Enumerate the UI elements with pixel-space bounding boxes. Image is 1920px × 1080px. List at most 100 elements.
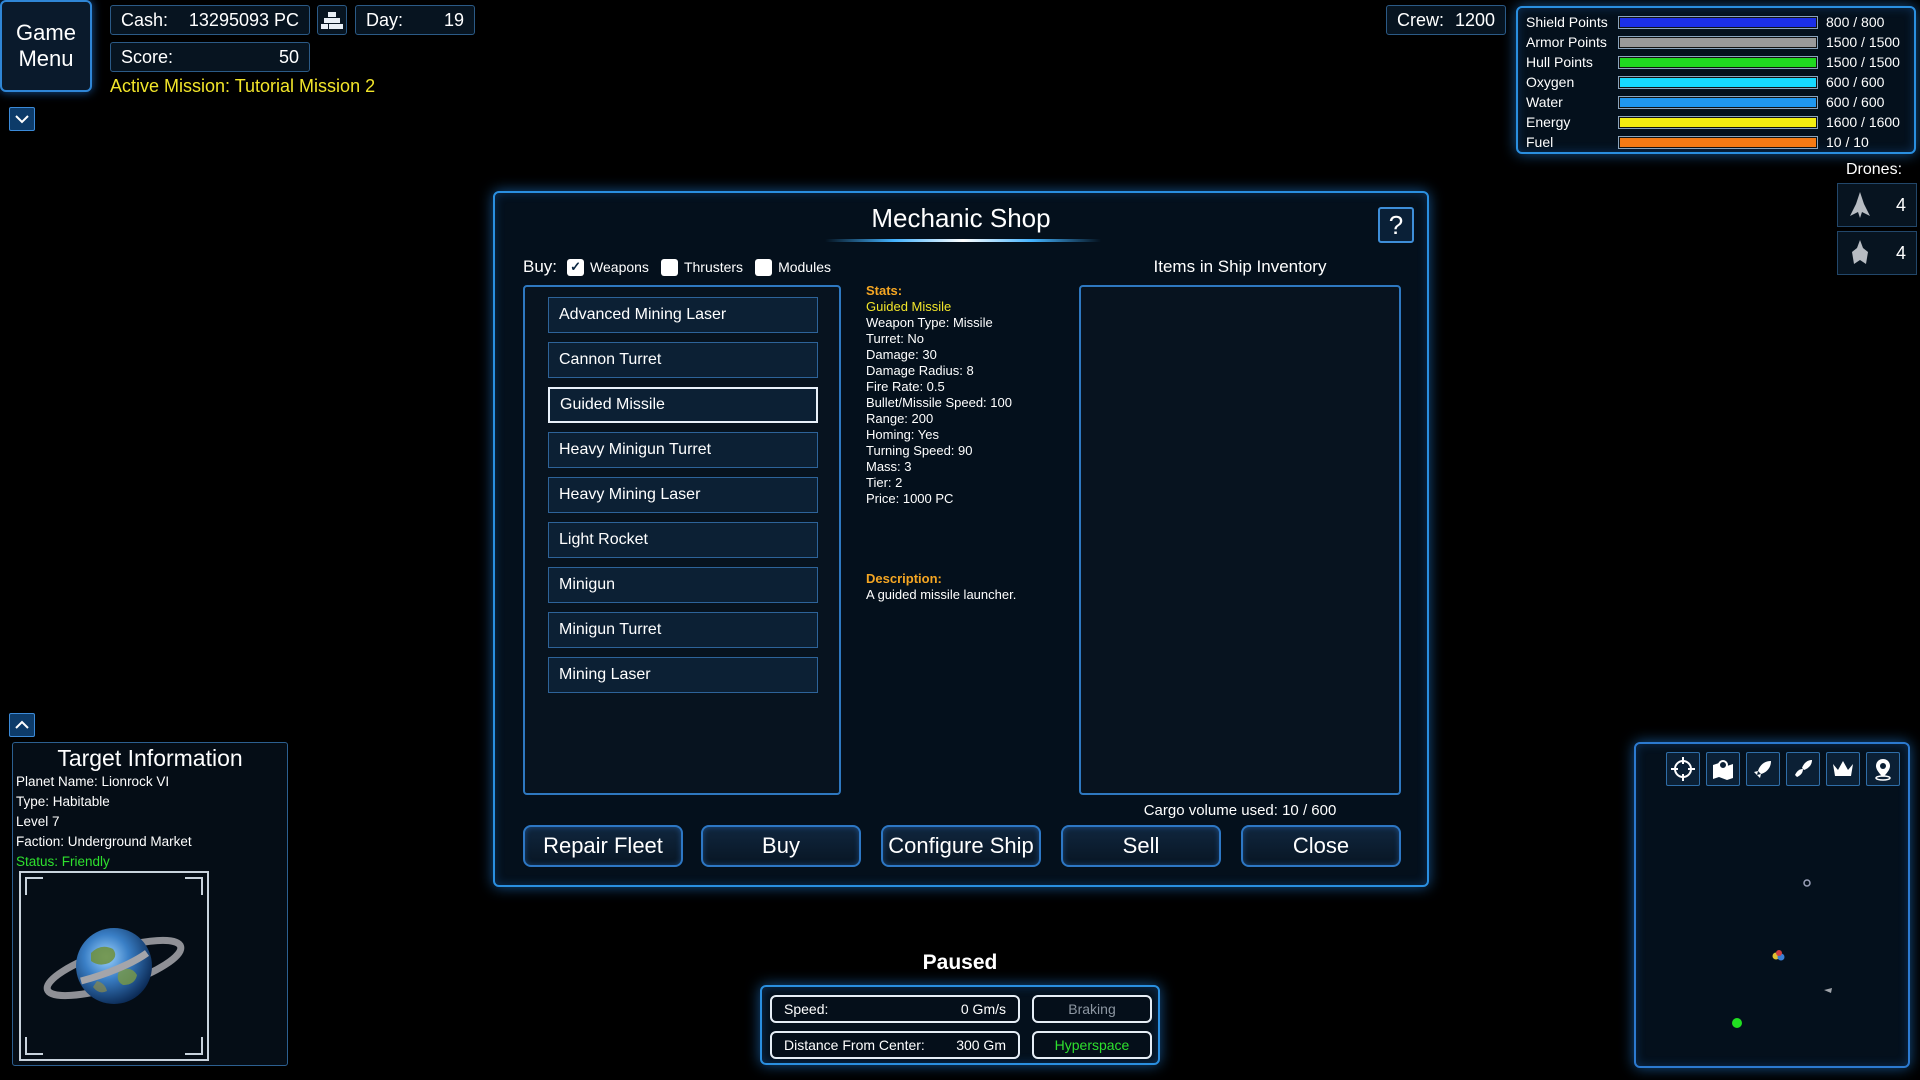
status-bar-fill [1620,57,1816,67]
item-stats: Stats: Guided Missile Weapon Type: Missi… [866,283,1016,603]
day-label: Day: [366,9,404,30]
shop-item-minigun[interactable]: Minigun [548,567,818,603]
status-bar-label: Water [1526,94,1563,110]
stat-line: Fire Rate: 0.5 [866,379,945,394]
repair-fleet-button[interactable]: Repair Fleet [523,825,683,867]
score-display: Score: 50 [110,42,310,72]
stat-line: Price: 1000 PC [866,491,954,506]
shop-item-heavy-minigun-turret[interactable]: Heavy Minigun Turret [548,432,818,468]
crew-label: Crew: [1397,9,1445,30]
rocket-button[interactable] [1746,752,1780,786]
chevron-up-icon [15,720,29,729]
braking-button[interactable]: Braking [1032,995,1152,1023]
game-menu-button[interactable]: Game Menu [0,0,92,92]
cash-value: 13295093 PC [188,9,299,30]
target-info-line: Type: Habitable [16,794,110,809]
hyperspace-button[interactable]: Hyperspace [1032,1031,1152,1059]
status-bar-row: Oxygen 600 / 600 [1526,72,1906,92]
map-pin-icon [1713,760,1733,780]
status-bar-row: Water 600 / 600 [1526,92,1906,112]
status-bar-track [1618,75,1818,89]
speed-value: 0 Gm/s [960,1001,1006,1017]
target-info-line: Faction: Underground Market [16,834,192,849]
status-bar-label: Armor Points [1526,34,1607,50]
shop-item-advanced-mining-laser[interactable]: Advanced Mining Laser [548,297,818,333]
filter-label: Weapons [590,259,649,275]
score-value: 50 [278,46,299,67]
drone-count: 4 [1895,194,1906,215]
target-title: Target Information [57,745,243,771]
checkbox-empty-icon [660,258,678,276]
close-button[interactable]: Close [1241,825,1401,867]
stat-line: Damage Radius: 8 [866,363,974,378]
shop-item-list[interactable]: Advanced Mining Laser Cannon Turret Guid… [523,285,841,795]
exchange-button[interactable] [317,5,347,35]
drone-slot[interactable]: 4 [1837,183,1917,227]
description-text: A guided missile launcher. [866,587,1017,602]
configure-ship-button[interactable]: Configure Ship [881,825,1041,867]
title-underline [825,239,1101,242]
map-button[interactable] [1706,752,1740,786]
status-bar-value: 1500 / 1500 [1826,34,1900,50]
fleet-button[interactable] [1786,752,1820,786]
leaderboard-button[interactable] [1826,752,1860,786]
status-bar-fill [1620,97,1816,107]
stat-line: Turret: No [866,331,925,346]
status-bar-value: 10 / 10 [1826,134,1869,150]
status-bar-track [1618,135,1818,149]
shop-item-minigun-turret[interactable]: Minigun Turret [548,612,818,648]
status-bar-value: 1600 / 1600 [1826,114,1900,130]
thrusters-filter-checkbox[interactable]: Thrusters [660,258,743,276]
expand-toggle-button[interactable] [9,713,35,737]
help-button[interactable]: ? [1378,207,1414,243]
minimap-view [1732,879,1832,1028]
status-bar-track [1618,95,1818,109]
status-bar-label: Fuel [1526,134,1554,150]
minimap-panel[interactable] [1634,742,1910,1068]
shop-item-guided-missile[interactable]: Guided Missile [548,387,818,423]
buy-button[interactable]: Buy [701,825,861,867]
stat-line: Homing: Yes [866,427,939,442]
shop-item-mining-laser[interactable]: Mining Laser [548,657,818,693]
status-bar-value: 600 / 600 [1826,74,1885,90]
weapons-filter-checkbox[interactable]: ✓ Weapons [567,258,649,276]
status-bar-row: Fuel 10 / 10 [1526,132,1906,152]
status-bar-label: Shield Points [1526,14,1608,30]
location-button[interactable] [1866,752,1900,786]
status-bar-fill [1620,137,1816,147]
minimap-player-marker [1732,1018,1742,1028]
status-bar-fill [1620,117,1816,127]
status-bar-label: Hull Points [1526,54,1593,70]
status-bar-track [1618,15,1818,29]
drone-count: 4 [1895,242,1906,263]
paused-label: Paused [922,951,998,974]
active-mission-text: Active Mission: Tutorial Mission 2 [110,76,376,96]
fleet-icon [1795,760,1812,777]
collapse-toggle-button[interactable] [9,107,35,131]
description-heading: Description: [866,571,942,586]
status-bar-value: 600 / 600 [1826,94,1885,110]
target-info-line: Planet Name: Lionrock VI [16,774,170,789]
minimap-ship-marker [1824,988,1832,993]
stat-line: Range: 200 [866,411,934,426]
checkbox-checked-icon: ✓ [567,258,585,276]
stat-line: Turning Speed: 90 [866,443,973,458]
drone-ship-icon [1852,240,1868,264]
crosshair-button[interactable] [1666,752,1700,786]
status-bar-fill [1620,77,1816,87]
drones-label: Drones: [1846,161,1903,178]
chevron-down-icon [15,115,29,124]
drone-ship-icon [1850,192,1870,218]
modules-filter-checkbox[interactable]: Modules [755,258,831,276]
shop-item-light-rocket[interactable]: Light Rocket [548,522,818,558]
sell-button[interactable]: Sell [1061,825,1221,867]
drone-slot[interactable]: 4 [1837,231,1917,275]
status-bar-fill [1620,37,1816,47]
inventory-title: Items in Ship Inventory [1153,257,1327,276]
speed-label: Speed: [784,1001,829,1017]
stat-line: Weapon Type: Missile [866,315,993,330]
cash-display: Cash: 13295093 PC [110,5,310,35]
ship-inventory-list[interactable] [1079,285,1401,795]
shop-item-heavy-mining-laser[interactable]: Heavy Mining Laser [548,477,818,513]
shop-item-cannon-turret[interactable]: Cannon Turret [548,342,818,378]
